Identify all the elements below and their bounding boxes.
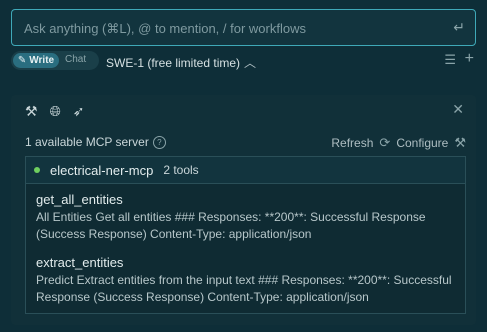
hammer-icon[interactable]: ⚒ bbox=[25, 103, 38, 120]
help-icon[interactable]: ? bbox=[152, 136, 166, 149]
configure-button[interactable]: Configure bbox=[396, 136, 448, 150]
tool-item: get_all_entities All Entities Get all en… bbox=[36, 192, 461, 243]
close-icon[interactable]: ✕ bbox=[452, 101, 464, 118]
server-count: 1 available MCP server? bbox=[25, 135, 166, 149]
mode-row: ✎ Write Chat SWE-1 (free limited time) ︿ … bbox=[11, 50, 476, 71]
list-icon[interactable]: ☰ bbox=[444, 52, 456, 68]
server-header[interactable]: electrical-ner-mcp 2 tools bbox=[26, 157, 465, 184]
enter-icon[interactable]: ↵ bbox=[453, 19, 465, 36]
tool-item: extract_entities Predict Extract entitie… bbox=[36, 255, 461, 306]
tool-name: get_all_entities bbox=[36, 192, 123, 207]
model-label: SWE-1 (free limited time) bbox=[106, 56, 241, 70]
panel-toolbar: ⚒ 🌐︎ ➶ bbox=[25, 103, 85, 120]
server-count-label: 1 available MCP server bbox=[25, 135, 149, 149]
tool-count: 2 tools bbox=[163, 163, 199, 177]
pencil-icon: ✎ bbox=[17, 55, 27, 66]
status-dot bbox=[34, 167, 40, 173]
hammer-icon[interactable]: ⚒ bbox=[454, 135, 466, 151]
rocket-icon[interactable]: ➶ bbox=[73, 103, 85, 120]
refresh-button[interactable]: Refresh bbox=[331, 136, 373, 150]
panel-actions: Refresh ⟳ Configure ⚒ bbox=[331, 135, 466, 151]
chat-mode-button[interactable]: Chat bbox=[65, 54, 86, 65]
tool-description: All Entities Get all entities ### Respon… bbox=[36, 210, 426, 241]
write-mode-button[interactable]: ✎ Write bbox=[13, 53, 59, 68]
server-card: electrical-ner-mcp 2 tools get_all_entit… bbox=[25, 156, 466, 314]
mcp-panel: ⚒ 🌐︎ ➶ ✕ 1 available MCP server? Refresh… bbox=[11, 95, 476, 325]
chat-input[interactable]: Ask anything (⌘L), @ to mention, / for w… bbox=[11, 9, 476, 46]
plus-icon[interactable]: + bbox=[465, 50, 474, 68]
write-label: Write bbox=[29, 55, 55, 66]
mode-toggle: ✎ Write Chat bbox=[11, 51, 99, 70]
tool-description: Predict Extract entities from the input … bbox=[36, 273, 452, 304]
server-name: electrical-ner-mcp bbox=[50, 162, 154, 178]
refresh-icon[interactable]: ⟳ bbox=[379, 135, 390, 151]
chat-input-placeholder: Ask anything (⌘L), @ to mention, / for w… bbox=[24, 21, 306, 36]
chevron-up-icon: ︿ bbox=[244, 56, 257, 70]
tool-name: extract_entities bbox=[36, 255, 124, 270]
globe-icon[interactable]: 🌐︎ bbox=[50, 103, 61, 120]
model-selector[interactable]: SWE-1 (free limited time) ︿ bbox=[106, 54, 256, 71]
